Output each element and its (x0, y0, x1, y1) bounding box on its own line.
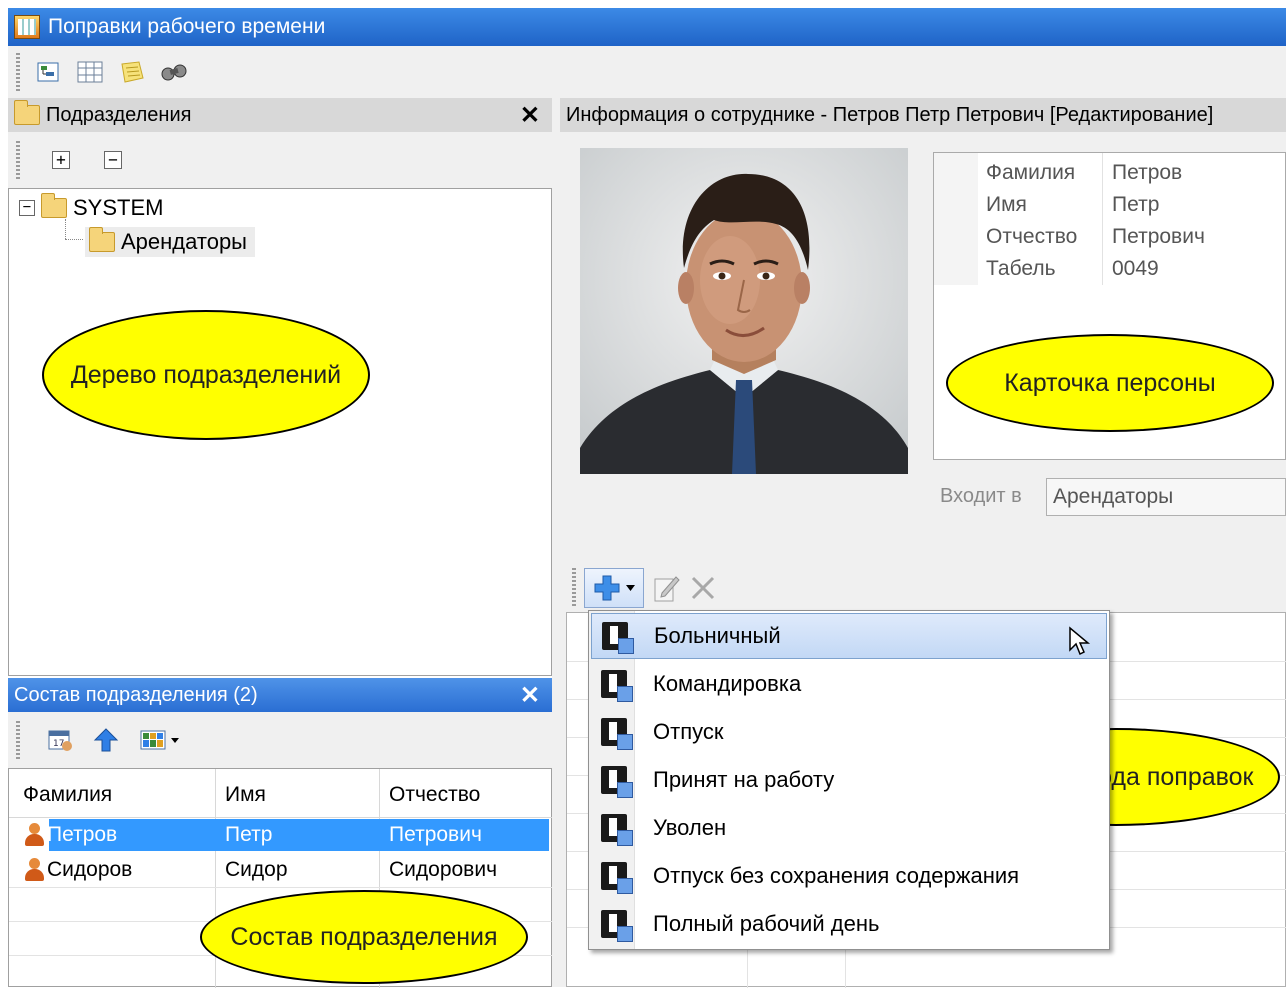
add-correction-dropdown[interactable] (584, 568, 644, 608)
annotation-department-members: Состав подразделения (200, 890, 528, 984)
row-divider (9, 887, 553, 888)
cell-firstname[interactable]: Петр (219, 819, 272, 851)
column-header-middlename[interactable]: Отчество (383, 775, 480, 815)
close-icon[interactable]: ✕ (520, 101, 540, 130)
expand-all-button[interactable]: + (52, 151, 70, 169)
tree-node-tenants[interactable]: Арендаторы (85, 227, 255, 257)
table-row[interactable]: Петров (17, 819, 117, 851)
tree-node-label: SYSTEM (73, 195, 164, 220)
cell-lastname: Петров (47, 823, 118, 846)
field-lastname-label: Фамилия (986, 161, 1076, 184)
toolbar-grip[interactable] (16, 141, 20, 179)
edit-icon[interactable] (652, 574, 680, 602)
full-workday-icon (601, 910, 633, 942)
move-up-icon[interactable] (92, 726, 120, 754)
employee-info-title: Информация о сотруднике - Петров Петр Пе… (566, 103, 1214, 126)
menu-item-label: Отпуск (653, 719, 724, 744)
employee-photo (580, 148, 908, 474)
menu-item-vacation[interactable]: Отпуск (591, 709, 1107, 755)
vacation-icon (601, 718, 633, 750)
menu-item-label: Отпуск без сохранения содержания (653, 863, 1020, 888)
annotation-department-tree: Дерево подразделений (42, 310, 370, 440)
folder-icon (14, 100, 40, 125)
menu-item-label: Уволен (653, 815, 727, 840)
menu-item-hired[interactable]: Принят на работу (591, 757, 1107, 803)
collapse-all-button[interactable]: − (104, 151, 122, 169)
annotation-person-card: Карточка персоны (946, 334, 1274, 432)
field-tabel-label: Табель (986, 257, 1056, 280)
header-divider (9, 817, 553, 818)
members-header: Состав подразделения (2) ✕ (8, 678, 552, 712)
field-firstname-label: Имя (986, 193, 1027, 216)
field-lastname-value[interactable]: Петров (1112, 161, 1182, 185)
corrections-toolbar (572, 566, 772, 610)
menu-item-business-trip[interactable]: Командировка (591, 661, 1107, 707)
sick-leave-icon (602, 622, 634, 654)
table-icon[interactable] (76, 58, 104, 86)
toolbar-grip[interactable] (572, 568, 576, 608)
column-header-firstname[interactable]: Имя (219, 775, 266, 815)
tree-connector (65, 239, 83, 240)
toolbar-grip[interactable] (16, 53, 20, 91)
menu-item-sick-leave[interactable]: Больничный (591, 613, 1107, 659)
card-divider (1102, 153, 1103, 285)
departments-header: Подразделения ✕ (8, 98, 552, 132)
field-firstname-value[interactable]: Петр (1112, 193, 1159, 217)
table-row[interactable]: Сидоров (17, 853, 132, 887)
menu-item-label: Полный рабочий день (653, 911, 880, 936)
field-middlename-value[interactable]: Петрович (1112, 225, 1205, 249)
add-icon (594, 575, 620, 601)
delete-icon[interactable] (688, 574, 716, 602)
columns-dropdown-icon[interactable] (138, 726, 186, 754)
menu-item-label: Командировка (653, 671, 802, 696)
calendar-person-icon[interactable]: 17 (46, 726, 74, 754)
member-of-field[interactable]: Арендаторы (1046, 478, 1286, 516)
column-header-lastname[interactable]: Фамилия (17, 775, 112, 815)
collapse-node-toggle[interactable]: − (19, 200, 35, 216)
app-icon (14, 15, 40, 39)
card-row-header (934, 153, 978, 285)
hired-icon (601, 766, 633, 798)
menu-item-unpaid-leave[interactable]: Отпуск без сохранения содержания (591, 853, 1107, 899)
business-trip-icon (601, 670, 633, 702)
members-toolbar: 17 (8, 712, 552, 768)
departments-toolbar: + − (8, 132, 552, 188)
cell-middlename[interactable]: Петрович (383, 819, 482, 851)
person-icon (23, 858, 45, 882)
vertical-splitter[interactable] (552, 98, 560, 987)
person-icon (23, 823, 45, 847)
folder-icon (89, 227, 115, 252)
menu-item-dismissed[interactable]: Уволен (591, 805, 1107, 851)
window-titlebar: Поправки рабочего времени (8, 8, 1286, 46)
dismissed-icon (601, 814, 633, 846)
field-middlename-label: Отчество (986, 225, 1078, 248)
members-title: Состав подразделения (2) (14, 683, 258, 706)
tree-node-system[interactable]: − SYSTEM (19, 193, 164, 221)
menu-item-label: Больничный (654, 623, 781, 648)
cell-middlename[interactable]: Сидорович (383, 853, 497, 887)
menu-item-full-workday[interactable]: Полный рабочий день (591, 901, 1107, 947)
mouse-cursor-icon (1069, 626, 1091, 656)
member-of-label: Входит в (940, 485, 1022, 507)
employee-info-header: Информация о сотруднике - Петров Петр Пе… (560, 98, 1286, 132)
toolbar-grip[interactable] (16, 721, 20, 759)
chevron-down-icon (626, 585, 635, 591)
tree-node-label: Арендаторы (121, 229, 247, 254)
menu-item-label: Принят на работу (653, 767, 835, 792)
folder-icon (41, 193, 67, 218)
binoculars-icon[interactable] (160, 58, 188, 86)
field-tabel-value[interactable]: 0049 (1112, 257, 1159, 281)
window-title: Поправки рабочего времени (48, 15, 326, 38)
notes-icon[interactable] (118, 58, 146, 86)
unpaid-leave-icon (601, 862, 633, 894)
cell-firstname[interactable]: Сидор (219, 853, 288, 887)
tree-connector (65, 219, 66, 239)
main-toolbar (8, 46, 1286, 98)
cell-lastname: Сидоров (47, 858, 133, 881)
close-icon[interactable]: ✕ (520, 681, 540, 710)
add-correction-menu: Больничный Командировка Отпуск Принят на… (588, 610, 1110, 950)
departments-title: Подразделения (46, 103, 192, 126)
tree-view-icon[interactable] (34, 58, 62, 86)
